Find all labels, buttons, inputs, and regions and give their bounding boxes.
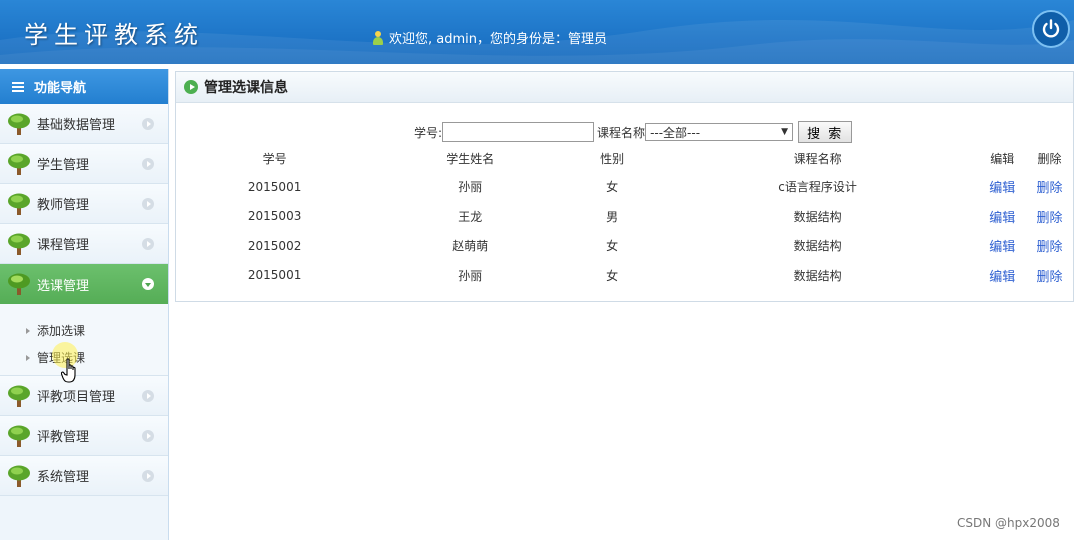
tree-icon — [8, 113, 30, 135]
tree-icon — [8, 233, 30, 255]
chevron-right-icon — [142, 198, 154, 210]
cell-name: 孙丽 — [458, 268, 483, 283]
edit-link[interactable]: 编辑 — [989, 181, 1015, 196]
delete-link[interactable]: 删除 — [1037, 211, 1063, 226]
chevron-right-icon — [142, 430, 154, 442]
student-id-label: 学号: — [414, 125, 443, 140]
submenu-label: 管理选课 — [37, 351, 86, 365]
cell-course: 数据结构 — [793, 268, 842, 283]
column-header-course: 课程名称 — [793, 152, 842, 166]
table-header-row: 学号 学生姓名 性别 课程名称 编辑 删除 — [176, 145, 1073, 172]
nav-header: 功能导航 — [0, 69, 168, 104]
cell-course: 数据结构 — [793, 209, 842, 224]
bullet-arrow-icon — [26, 327, 30, 334]
app-title: 学生评教系统 — [24, 21, 204, 49]
column-header-name: 学生姓名 — [446, 152, 495, 166]
cell-id: 2015001 — [247, 268, 302, 283]
column-header-id: 学号 — [262, 152, 287, 166]
course-name-label: 课程名称 — [597, 125, 646, 140]
cell-name: 王龙 — [458, 209, 483, 224]
chevron-right-icon — [142, 158, 154, 170]
table-row: 2015002 赵萌萌 女 数据结构 编辑 删除 — [176, 231, 1073, 261]
table-row: 2015003 王龙 男 数据结构 编辑 删除 — [176, 202, 1073, 232]
chevron-down-icon — [142, 278, 154, 290]
submenu-add-enrollment[interactable]: 添加选课 — [0, 317, 168, 344]
main-panel: 管理选课信息 学号: 课程名称 ---全部--- ▼ 搜 索 学号 学生姓名 性… — [175, 71, 1074, 302]
table-row: 2015001 孙丽 女 数据结构 编辑 删除 — [176, 261, 1073, 291]
app-header: 学生评教系统 欢迎您, admin，您的身份是：管理员 — [0, 0, 1074, 64]
sidebar-item-enrollment[interactable]: 选课管理 — [0, 264, 168, 304]
tree-icon — [8, 153, 30, 175]
course-select-value: ---全部--- — [650, 125, 701, 140]
page-title: 管理选课信息 — [204, 80, 288, 96]
sidebar-item-basic-data[interactable]: 基础数据管理 — [0, 104, 168, 144]
sidebar-item-evaluation-items[interactable]: 评教项目管理 — [0, 376, 168, 416]
user-icon — [372, 30, 384, 45]
search-button[interactable]: 搜 索 — [798, 121, 853, 143]
column-header-sex: 性别 — [600, 152, 625, 166]
cell-sex: 女 — [606, 239, 619, 254]
delete-link[interactable]: 删除 — [1037, 270, 1063, 285]
sidebar-item-system[interactable]: 系统管理 — [0, 456, 168, 496]
enrollment-table: 学号 学生姓名 性别 课程名称 编辑 删除 2015001 孙丽 女 c语言程序… — [176, 145, 1073, 290]
panel-header: 管理选课信息 — [176, 72, 1073, 103]
sidebar-item-label: 系统管理 — [37, 470, 90, 485]
column-header-delete: 删除 — [1037, 152, 1062, 166]
cell-sex: 男 — [606, 209, 619, 224]
delete-link[interactable]: 删除 — [1037, 181, 1063, 196]
cell-id: 2015003 — [247, 209, 302, 224]
nav-title: 功能导航 — [34, 81, 87, 96]
tree-icon — [8, 425, 30, 447]
chevron-right-icon — [142, 470, 154, 482]
sidebar-item-courses[interactable]: 课程管理 — [0, 224, 168, 264]
sidebar-item-label: 课程管理 — [37, 238, 90, 253]
bullet-arrow-icon — [26, 354, 30, 361]
sidebar-item-label: 教师管理 — [37, 198, 90, 213]
sidebar-item-label: 学生管理 — [37, 158, 90, 173]
tree-icon — [8, 273, 30, 295]
cell-sex: 女 — [606, 180, 619, 195]
tree-icon — [8, 385, 30, 407]
play-circle-icon — [184, 80, 198, 94]
sidebar-item-students[interactable]: 学生管理 — [0, 144, 168, 184]
dropdown-arrow-icon: ▼ — [781, 127, 789, 137]
cell-sex: 女 — [606, 268, 619, 283]
delete-link[interactable]: 删除 — [1037, 240, 1063, 255]
cell-name: 赵萌萌 — [452, 239, 489, 254]
welcome-message: 欢迎您, admin，您的身份是：管理员 — [372, 28, 607, 47]
enrollment-submenu: 添加选课 管理选课 — [0, 304, 168, 376]
cell-name: 孙丽 — [458, 180, 483, 195]
edit-link[interactable]: 编辑 — [989, 270, 1015, 285]
cell-id: 2015002 — [247, 238, 302, 253]
student-id-input[interactable] — [442, 122, 595, 142]
list-icon — [12, 81, 24, 92]
cell-course: 数据结构 — [793, 239, 842, 254]
cell-id: 2015001 — [247, 179, 302, 194]
table-row: 2015001 孙丽 女 c语言程序设计 编辑 删除 — [176, 172, 1073, 202]
chevron-right-icon — [142, 238, 154, 250]
edit-link[interactable]: 编辑 — [989, 240, 1015, 255]
column-header-edit: 编辑 — [990, 152, 1015, 166]
sidebar-item-label: 基础数据管理 — [37, 118, 116, 133]
chevron-right-icon — [142, 390, 154, 402]
watermark: CSDN @hpx2008 — [957, 516, 1060, 530]
cell-course: c语言程序设计 — [778, 180, 857, 195]
tree-icon — [8, 465, 30, 487]
chevron-right-icon — [142, 118, 154, 130]
sidebar-item-label: 评教管理 — [37, 430, 90, 445]
tree-icon — [8, 193, 30, 215]
welcome-text: 欢迎您, admin，您的身份是：管理员 — [389, 32, 607, 47]
search-bar: 学号: 课程名称 ---全部--- ▼ 搜 索 — [414, 121, 853, 143]
sidebar-item-label: 评教项目管理 — [37, 390, 116, 405]
logout-button[interactable] — [1032, 10, 1070, 48]
sidebar: 功能导航 基础数据管理 学生管理 教师管理 课程管理 选课管理 添加选课 管理选… — [0, 69, 169, 540]
edit-link[interactable]: 编辑 — [989, 211, 1015, 226]
power-icon — [1042, 19, 1060, 38]
course-select[interactable]: ---全部--- ▼ — [645, 123, 794, 141]
submenu-label: 添加选课 — [37, 324, 86, 338]
submenu-manage-enrollment[interactable]: 管理选课 — [0, 344, 168, 371]
sidebar-item-label: 选课管理 — [37, 278, 90, 294]
sidebar-item-evaluation[interactable]: 评教管理 — [0, 416, 168, 456]
sidebar-item-teachers[interactable]: 教师管理 — [0, 184, 168, 224]
